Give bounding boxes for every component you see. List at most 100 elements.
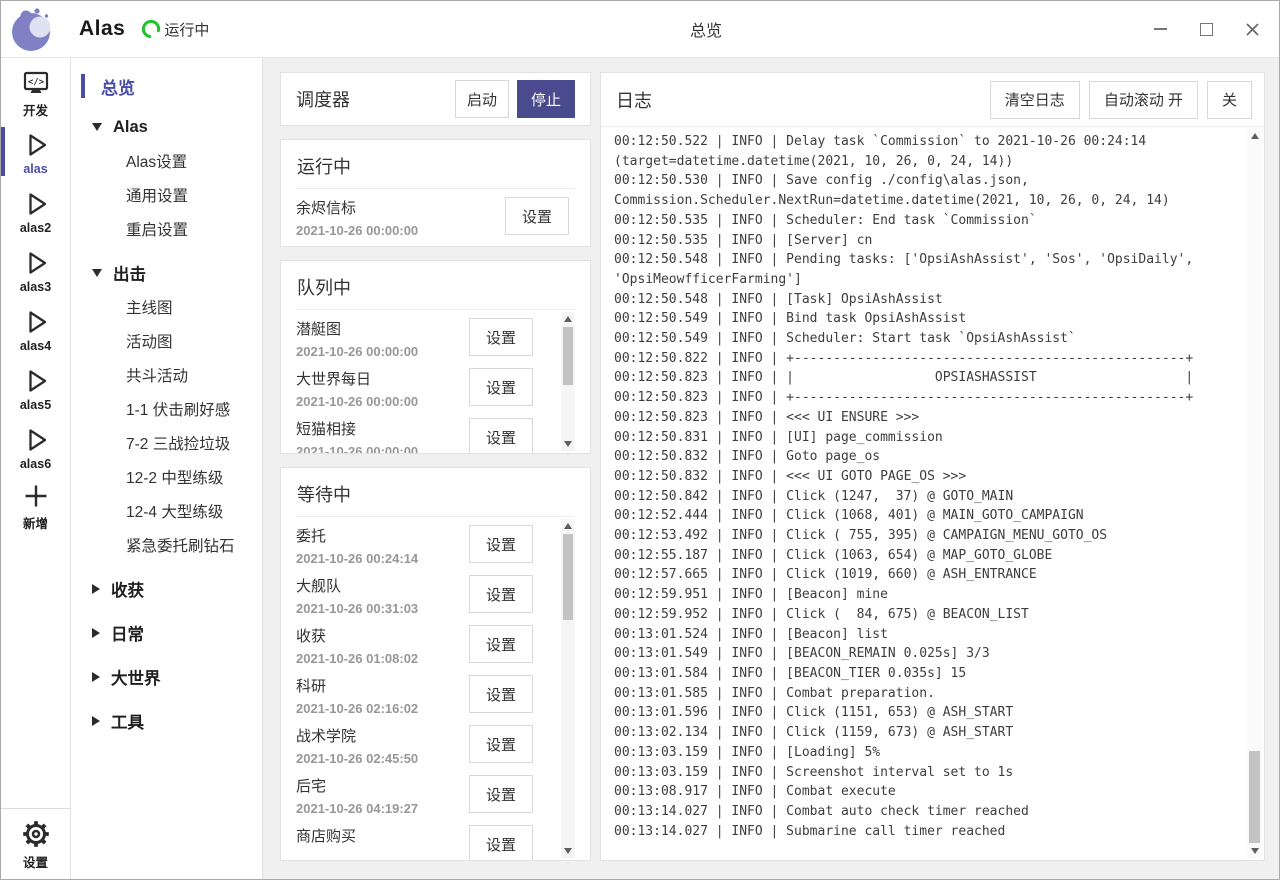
menu-item[interactable]: 共斗活动 — [71, 358, 262, 392]
rail-item-label: alas4 — [20, 339, 51, 353]
app-logo-icon — [10, 6, 56, 52]
maximize-button[interactable] — [1196, 19, 1216, 39]
scroll-down-icon[interactable] — [561, 437, 575, 451]
scroll-up-icon[interactable] — [1247, 129, 1262, 143]
task-row: 战术学院2021-10-26 02:45:50设置 — [296, 719, 555, 769]
menu-item[interactable]: 12-4 大型练级 — [71, 494, 262, 528]
rail-item-settings[interactable]: 设置 — [1, 808, 70, 879]
task-row: 收获2021-10-26 01:08:02设置 — [296, 619, 555, 669]
rail-item-alas3[interactable]: alas3 — [1, 241, 70, 300]
menu-group-label: 出击 — [113, 261, 146, 285]
chevron-down-icon — [92, 123, 102, 131]
task-row: 短猫相接2021-10-26 00:00:00设置 — [296, 412, 555, 453]
menu-item[interactable]: 7-2 三战捡垃圾 — [71, 426, 262, 460]
stop-button[interactable]: 停止 — [517, 80, 575, 118]
rail-item-alas[interactable]: alas — [1, 123, 70, 182]
task-setting-button[interactable]: 设置 — [469, 368, 533, 406]
menu-item[interactable]: 主线图 — [71, 290, 262, 324]
scrollbar-thumb[interactable] — [563, 534, 573, 620]
scrollbar[interactable] — [561, 519, 575, 858]
log-body: 00:12:50.522 | INFO | Delay task `Commis… — [601, 127, 1264, 860]
task-list: 委托2021-10-26 00:24:14设置大舰队2021-10-26 00:… — [296, 517, 575, 860]
rail-item-dev[interactable]: </>开发 — [1, 64, 70, 123]
running-spinner-icon — [140, 18, 162, 40]
menu-item[interactable]: 1-1 伏击刷好感 — [71, 392, 262, 426]
task-setting-button[interactable]: 设置 — [469, 625, 533, 663]
scrollbar-thumb[interactable] — [1249, 751, 1260, 843]
menu-item[interactable]: 通用设置 — [71, 178, 262, 212]
menu-item[interactable]: 紧急委托刷钻石 — [71, 528, 262, 562]
menu-group-alas[interactable]: Alas — [71, 110, 262, 144]
scheduler-title: 调度器 — [296, 86, 350, 112]
section-running: 运行中余烬信标2021-10-26 00:00:00设置 — [280, 139, 591, 247]
task-setting-button[interactable]: 设置 — [469, 725, 533, 763]
menu-group-daily[interactable]: 日常 — [71, 616, 262, 650]
task-setting-button[interactable]: 设置 — [469, 525, 533, 563]
log-header: 日志 清空日志 自动滚动 开 关 — [601, 73, 1264, 127]
page-title: 总览 — [263, 17, 1149, 41]
clear-log-button[interactable]: 清空日志 — [990, 81, 1080, 119]
app-title: Alas — [79, 17, 125, 41]
play-icon — [21, 130, 51, 160]
menu-group-tool[interactable]: 工具 — [71, 704, 262, 738]
task-setting-button[interactable]: 设置 — [469, 418, 533, 453]
task-row: 潜艇图2021-10-26 00:00:00设置 — [296, 312, 555, 362]
chevron-right-icon — [92, 716, 100, 726]
scrollbar[interactable] — [561, 312, 575, 451]
menu-group-reward[interactable]: 收获 — [71, 572, 262, 606]
menu-item[interactable]: Alas设置 — [71, 144, 262, 178]
task-setting-button[interactable]: 设置 — [469, 775, 533, 813]
scroll-up-icon[interactable] — [561, 519, 575, 533]
menu-group-opsi[interactable]: 大世界 — [71, 660, 262, 694]
minimize-button[interactable] — [1150, 19, 1170, 39]
scheduler-sections: 运行中余烬信标2021-10-26 00:00:00设置队列中潜艇图2021-1… — [280, 139, 591, 861]
log-scrollbar[interactable] — [1247, 129, 1262, 858]
task-setting-button[interactable]: 设置 — [469, 675, 533, 713]
play-icon — [21, 366, 51, 396]
maximize-icon — [1200, 23, 1213, 36]
rail-item-label: alas2 — [20, 221, 51, 235]
menu-item-overview[interactable]: 总览 — [71, 72, 262, 100]
scrollbar-thumb[interactable] — [563, 327, 573, 385]
scroll-down-icon[interactable] — [561, 844, 575, 858]
rail-item-label: alas3 — [20, 280, 51, 294]
autoscroll-on-button[interactable]: 自动滚动 开 — [1089, 81, 1198, 119]
task-setting-button[interactable]: 设置 — [469, 825, 533, 860]
play-icon — [21, 248, 51, 278]
menu-item[interactable]: 重启设置 — [71, 212, 262, 246]
menu-group-label: 大世界 — [111, 665, 161, 689]
scroll-up-icon[interactable] — [561, 312, 575, 326]
main-area: 调度器 启动 停止 运行中余烬信标2021-10-26 00:00:00设置队列… — [263, 58, 1279, 879]
scheduler-column: 调度器 启动 停止 运行中余烬信标2021-10-26 00:00:00设置队列… — [280, 72, 591, 861]
menu-group-combat[interactable]: 出击 — [71, 256, 262, 290]
scroll-down-icon[interactable] — [1247, 844, 1262, 858]
section-pending: 队列中潜艇图2021-10-26 00:00:00设置大世界每日2021-10-… — [280, 260, 591, 454]
close-button[interactable] — [1242, 19, 1262, 39]
task-setting-button[interactable]: 设置 — [469, 575, 533, 613]
minimize-icon — [1154, 28, 1167, 30]
menu-item[interactable]: 12-2 中型练级 — [71, 460, 262, 494]
autoscroll-off-button[interactable]: 关 — [1207, 81, 1252, 119]
rail-item-label: 设置 — [23, 852, 48, 871]
task-row: 大世界每日2021-10-26 00:00:00设置 — [296, 362, 555, 412]
rail-item-alas2[interactable]: alas2 — [1, 182, 70, 241]
rail-item-alas5[interactable]: alas5 — [1, 359, 70, 418]
task-setting-button[interactable]: 设置 — [505, 197, 569, 235]
task-row: 大舰队2021-10-26 00:31:03设置 — [296, 569, 555, 619]
play-icon — [21, 307, 51, 337]
app-window: Alas 运行中 总览 </>开发alas alas2 alas3 alas4 alas… — [0, 0, 1280, 880]
task-setting-button[interactable]: 设置 — [469, 318, 533, 356]
titlebar: Alas 运行中 总览 — [1, 1, 1279, 58]
rail-item-add[interactable]: 新增 — [1, 477, 70, 536]
rail-item-alas4[interactable]: alas4 — [1, 300, 70, 359]
rail-item-label: alas6 — [20, 457, 51, 471]
section-waiting: 等待中委托2021-10-26 00:24:14设置大舰队2021-10-26 … — [280, 467, 591, 861]
menu-item[interactable]: 活动图 — [71, 324, 262, 358]
svg-text:</>: </> — [27, 78, 44, 88]
section-title: 运行中 — [296, 140, 575, 188]
menu-groups: AlasAlas设置通用设置重启设置出击主线图活动图共斗活动1-1 伏击刷好感7… — [71, 110, 262, 738]
start-button[interactable]: 启动 — [455, 80, 509, 118]
task-list: 潜艇图2021-10-26 00:00:00设置大世界每日2021-10-26 … — [296, 310, 575, 453]
rail-item-alas6[interactable]: alas6 — [1, 418, 70, 477]
chevron-right-icon — [92, 628, 100, 638]
